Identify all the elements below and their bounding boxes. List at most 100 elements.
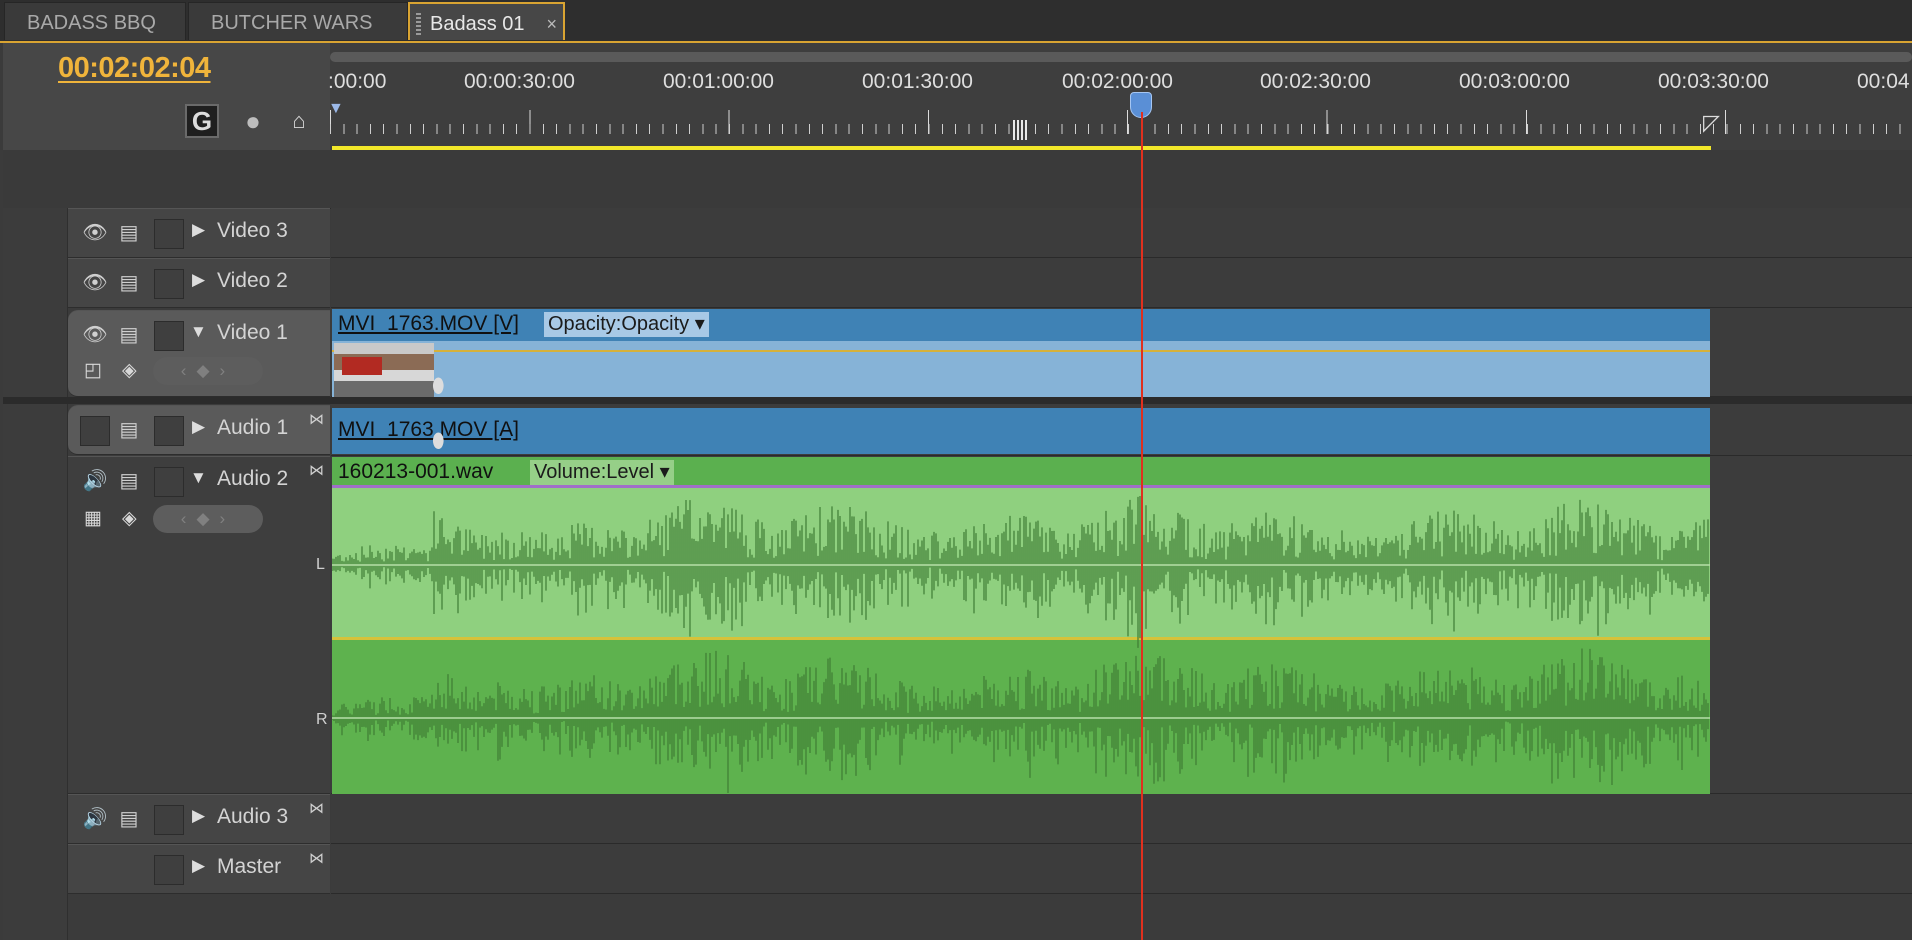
video-thumbnail [334,343,434,397]
collapse-track-icon[interactable]: ▼ [190,322,207,342]
track-lane-master[interactable] [331,844,1912,894]
video-audio-divider[interactable] [3,397,1912,404]
set-marker-icon: ● [245,106,261,136]
close-tab-icon[interactable]: × [546,4,557,44]
track-header-video-3[interactable]: 👁 ▤ ▶ Video 3 [68,208,330,258]
track-header-master[interactable]: ▶ Master ⋈ [68,844,330,894]
ruler-label: :00:00 [328,70,387,93]
opacity-effect-dropdown[interactable]: Opacity:Opacity ▾ [544,312,709,337]
track-name: Video 2 [217,269,288,292]
track-lock-toggle[interactable] [154,467,184,497]
clip-name: MVI_1763.MOV [V] [338,312,519,335]
work-area-grip-icon[interactable] [1013,120,1027,140]
waveform-path [332,495,1709,793]
keyframe-toggle-icon[interactable]: ◈ [122,507,137,530]
track-lane-audio-3[interactable] [331,794,1912,844]
work-area-start-icon[interactable]: ▼ [328,100,344,118]
audio-clip-160213-001[interactable]: 160213-001.wav Volume:Level ▾ [332,457,1710,485]
track-lock-toggle[interactable] [154,855,184,885]
sync-lock-icon[interactable]: ▤ [114,805,144,835]
home-button[interactable]: ⌂ [282,104,316,138]
track-name: Audio 3 [217,805,289,828]
expand-track-icon[interactable]: ▶ [192,417,205,437]
track-header-audio-2[interactable]: 🔊 ▤ ▼ Audio 2 ⋈ ▦ ◈ ‹◆› [68,456,330,794]
edit-cursor-icon: ⬮ [432,430,445,452]
stereo-link-icon: ⋈ [309,850,324,867]
track-lock-toggle[interactable] [154,805,184,835]
track-lane-video-3[interactable] [331,208,1912,258]
ruler-label: 00:02:30:00 [1260,70,1371,93]
effect-label: Volume:Level [534,461,655,483]
video-clip-mvi-1763[interactable]: MVI_1763.MOV [V] Opacity:Opacity ▾ [332,309,1710,341]
stereo-link-icon: ⋈ [309,462,324,479]
track-lock-toggle[interactable] [154,219,184,249]
track-lock-toggle[interactable] [154,321,184,351]
waveform-display-icon[interactable]: ▦ [84,507,102,530]
track-lock-toggle[interactable] [154,269,184,299]
collapse-track-icon[interactable]: ▼ [190,468,207,488]
playhead-line [1141,112,1143,940]
audio-clip-mvi-1763[interactable]: MVI_1763.MOV [A] [332,408,1710,454]
track-lock-toggle[interactable] [154,416,184,446]
speaker-icon[interactable]: 🔊 [80,805,110,835]
track-header-video-1[interactable]: 👁 ▤ ▼ Video 1 ◰ ◈ ‹◆› [68,310,330,397]
display-style-icon[interactable]: ◰ [84,359,102,382]
ruler-label: 00:03:00:00 [1459,70,1570,93]
stereo-link-icon: ⋈ [309,800,324,817]
sync-lock-icon[interactable]: ▤ [114,321,144,351]
track-name: Video 3 [217,219,288,242]
sync-lock-icon[interactable]: ▤ [114,467,144,497]
expand-track-icon[interactable]: ▶ [192,220,205,240]
eye-icon[interactable]: 👁 [80,269,110,299]
track-header-audio-3[interactable]: 🔊 ▤ ▶ Audio 3 ⋈ [68,794,330,844]
effect-label: Opacity:Opacity [548,313,690,335]
sync-lock-icon[interactable]: ▤ [114,269,144,299]
tab-grip-icon[interactable] [416,13,421,35]
tab-butcher-wars[interactable]: BUTCHER WARS [188,2,408,40]
track-name: Master [217,855,282,878]
set-marker-button[interactable]: ● [236,104,270,138]
snap-button[interactable]: G [185,104,219,138]
volume-effect-dropdown[interactable]: Volume:Level ▾ [530,460,674,485]
track-name: Audio 1 [217,416,289,439]
stereo-link-icon: ⋈ [309,411,324,428]
track-area-spacer [3,150,1912,209]
track-name: Video 1 [217,321,288,344]
right-channel-label: R [316,711,328,728]
expand-track-icon[interactable]: ▶ [192,806,205,826]
tab-label: BADASS BBQ [27,12,156,34]
video-clip-body[interactable] [332,341,1710,397]
track-lane-video-2[interactable] [331,258,1912,308]
mute-toggle[interactable] [80,416,110,446]
tab-badass-bbq[interactable]: BADASS BBQ [4,2,186,40]
ruler-label: 00:04 [1857,70,1910,93]
expand-track-icon[interactable]: ▶ [192,856,205,876]
ruler-label: 00:03:30:00 [1658,70,1769,93]
track-target-column [3,208,68,940]
eye-icon[interactable]: 👁 [80,321,110,351]
sync-lock-icon[interactable]: ▤ [114,416,144,446]
speaker-icon[interactable]: 🔊 [80,467,110,497]
clip-name: 160213-001.wav [338,460,494,483]
track-header-audio-1[interactable]: ▤ ▶ Audio 1 ⋈ [68,405,330,455]
opacity-rubber-band[interactable] [332,350,1710,352]
ruler-ticks [330,110,1912,134]
keyframe-toggle-icon[interactable]: ◈ [122,359,137,382]
keyframe-navigator[interactable]: ‹◆› [153,357,263,385]
work-area-end-icon[interactable]: ◸ [1703,110,1720,136]
expand-track-icon[interactable]: ▶ [192,270,205,290]
audio-waveform [332,495,1710,793]
tab-badass-01[interactable]: Badass 01 × [408,2,565,40]
ruler-label: 00:00:30:00 [464,70,575,93]
tab-label: Badass 01 [430,13,525,35]
snap-magnet-icon: G [191,106,213,136]
keyframe-navigator[interactable]: ‹◆› [153,505,263,533]
ruler-label: 00:01:00:00 [663,70,774,93]
sync-lock-icon[interactable]: ▤ [114,219,144,249]
eye-icon[interactable]: 👁 [80,219,110,249]
track-header-video-2[interactable]: 👁 ▤ ▶ Video 2 [68,258,330,308]
playhead-timecode[interactable]: 00:02:02:04 [58,52,211,85]
ruler-label: 00:02:00:00 [1062,70,1173,93]
left-channel-label: L [316,556,325,573]
timeline-zoom-scrollbar[interactable] [330,52,1912,62]
